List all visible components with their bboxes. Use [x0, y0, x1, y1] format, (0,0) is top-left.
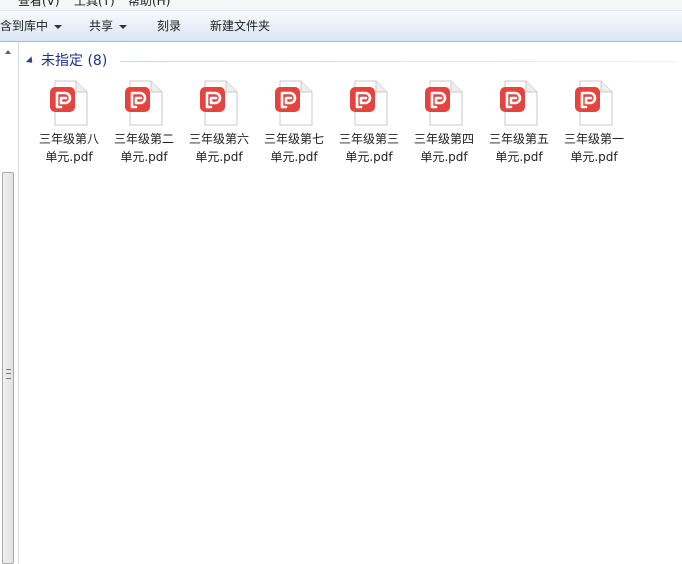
pdf-file-icon — [49, 80, 89, 126]
menu-view[interactable]: 查看(V) — [18, 0, 60, 9]
file-name-line-2: 单元.pdf — [195, 150, 243, 164]
file-name-line-2: 单元.pdf — [495, 150, 543, 164]
file-name-line-1: 三年级第七 — [263, 132, 324, 146]
pdf-file-icon — [499, 80, 539, 126]
include-in-library-label: 含到库中 — [0, 19, 49, 33]
file-name-line-2: 单元.pdf — [270, 150, 318, 164]
file-name-line-1: 三年级第一 — [563, 132, 624, 146]
scrollbar-thumb[interactable] — [2, 172, 14, 564]
burn-label: 刻录 — [157, 19, 182, 33]
new-folder-button[interactable]: 新建文件夹 — [210, 11, 270, 41]
pdf-file-icon — [574, 80, 614, 126]
file-name-line-1: 三年级第五 — [488, 132, 549, 146]
grip-icon — [6, 369, 11, 379]
file-item[interactable]: 三年级第六 单元.pdf — [185, 80, 253, 166]
file-item[interactable]: 三年级第五 单元.pdf — [485, 80, 553, 166]
share-button[interactable]: 共享 — [89, 11, 128, 41]
scroll-up-arrow-icon[interactable] — [5, 50, 11, 54]
pdf-file-icon — [274, 80, 314, 126]
chevron-down-icon — [119, 24, 128, 29]
file-name-line-1: 三年级第四 — [413, 132, 474, 146]
burn-button[interactable]: 刻录 — [157, 11, 181, 41]
file-name-line-1: 三年级第二 — [113, 132, 174, 146]
collapse-triangle-icon[interactable] — [25, 56, 36, 66]
new-folder-label: 新建文件夹 — [210, 19, 271, 33]
pdf-file-icon — [424, 80, 464, 126]
navigation-pane-scrollbar[interactable] — [0, 42, 19, 564]
group-title: 未指定 (8) — [41, 53, 108, 69]
pdf-file-icon — [349, 80, 389, 126]
file-item[interactable]: 三年级第四 单元.pdf — [410, 80, 478, 166]
pdf-file-icon — [199, 80, 239, 126]
chevron-down-icon — [54, 24, 63, 29]
command-bar: 含到库中 共享 刻录 新建文件夹 — [0, 11, 682, 42]
file-name-line-2: 单元.pdf — [120, 150, 168, 164]
file-name-line-2: 单元.pdf — [45, 150, 93, 164]
file-item[interactable]: 三年级第二 单元.pdf — [110, 80, 178, 166]
file-item[interactable]: 三年级第三 单元.pdf — [335, 80, 403, 166]
file-name: 三年级第三 单元.pdf — [335, 130, 403, 166]
group-divider — [120, 61, 675, 62]
file-list-view[interactable]: 未指定 (8) 三年级第八 单元.pdf 三年级第二 单元.pdf 三年级第六 … — [19, 42, 682, 564]
file-item[interactable]: 三年级第七 单元.pdf — [260, 80, 328, 166]
file-name-line-1: 三年级第六 — [188, 132, 249, 146]
file-name: 三年级第五 单元.pdf — [485, 130, 553, 166]
file-item[interactable]: 三年级第八 单元.pdf — [35, 80, 103, 166]
menu-tools[interactable]: 工具(T) — [74, 0, 115, 9]
menu-bar: 查看(V) 工具(T) 帮助(H) — [0, 0, 682, 11]
file-name: 三年级第八 单元.pdf — [35, 130, 103, 166]
group-header[interactable]: 未指定 (8) — [25, 51, 675, 71]
file-item[interactable]: 三年级第一 单元.pdf — [560, 80, 628, 166]
file-name: 三年级第七 单元.pdf — [260, 130, 328, 166]
file-name-line-1: 三年级第三 — [338, 132, 399, 146]
file-name-line-2: 单元.pdf — [570, 150, 618, 164]
file-name: 三年级第四 单元.pdf — [410, 130, 478, 166]
menu-help[interactable]: 帮助(H) — [128, 0, 170, 9]
file-name-line-2: 单元.pdf — [345, 150, 393, 164]
file-name-line-1: 三年级第八 — [38, 132, 99, 146]
file-name: 三年级第六 单元.pdf — [185, 130, 253, 166]
share-label: 共享 — [89, 19, 114, 33]
file-name: 三年级第一 单元.pdf — [560, 130, 628, 166]
file-name: 三年级第二 单元.pdf — [110, 130, 178, 166]
include-in-library-button[interactable]: 含到库中 — [0, 11, 63, 41]
file-name-line-2: 单元.pdf — [420, 150, 468, 164]
pdf-file-icon — [124, 80, 164, 126]
